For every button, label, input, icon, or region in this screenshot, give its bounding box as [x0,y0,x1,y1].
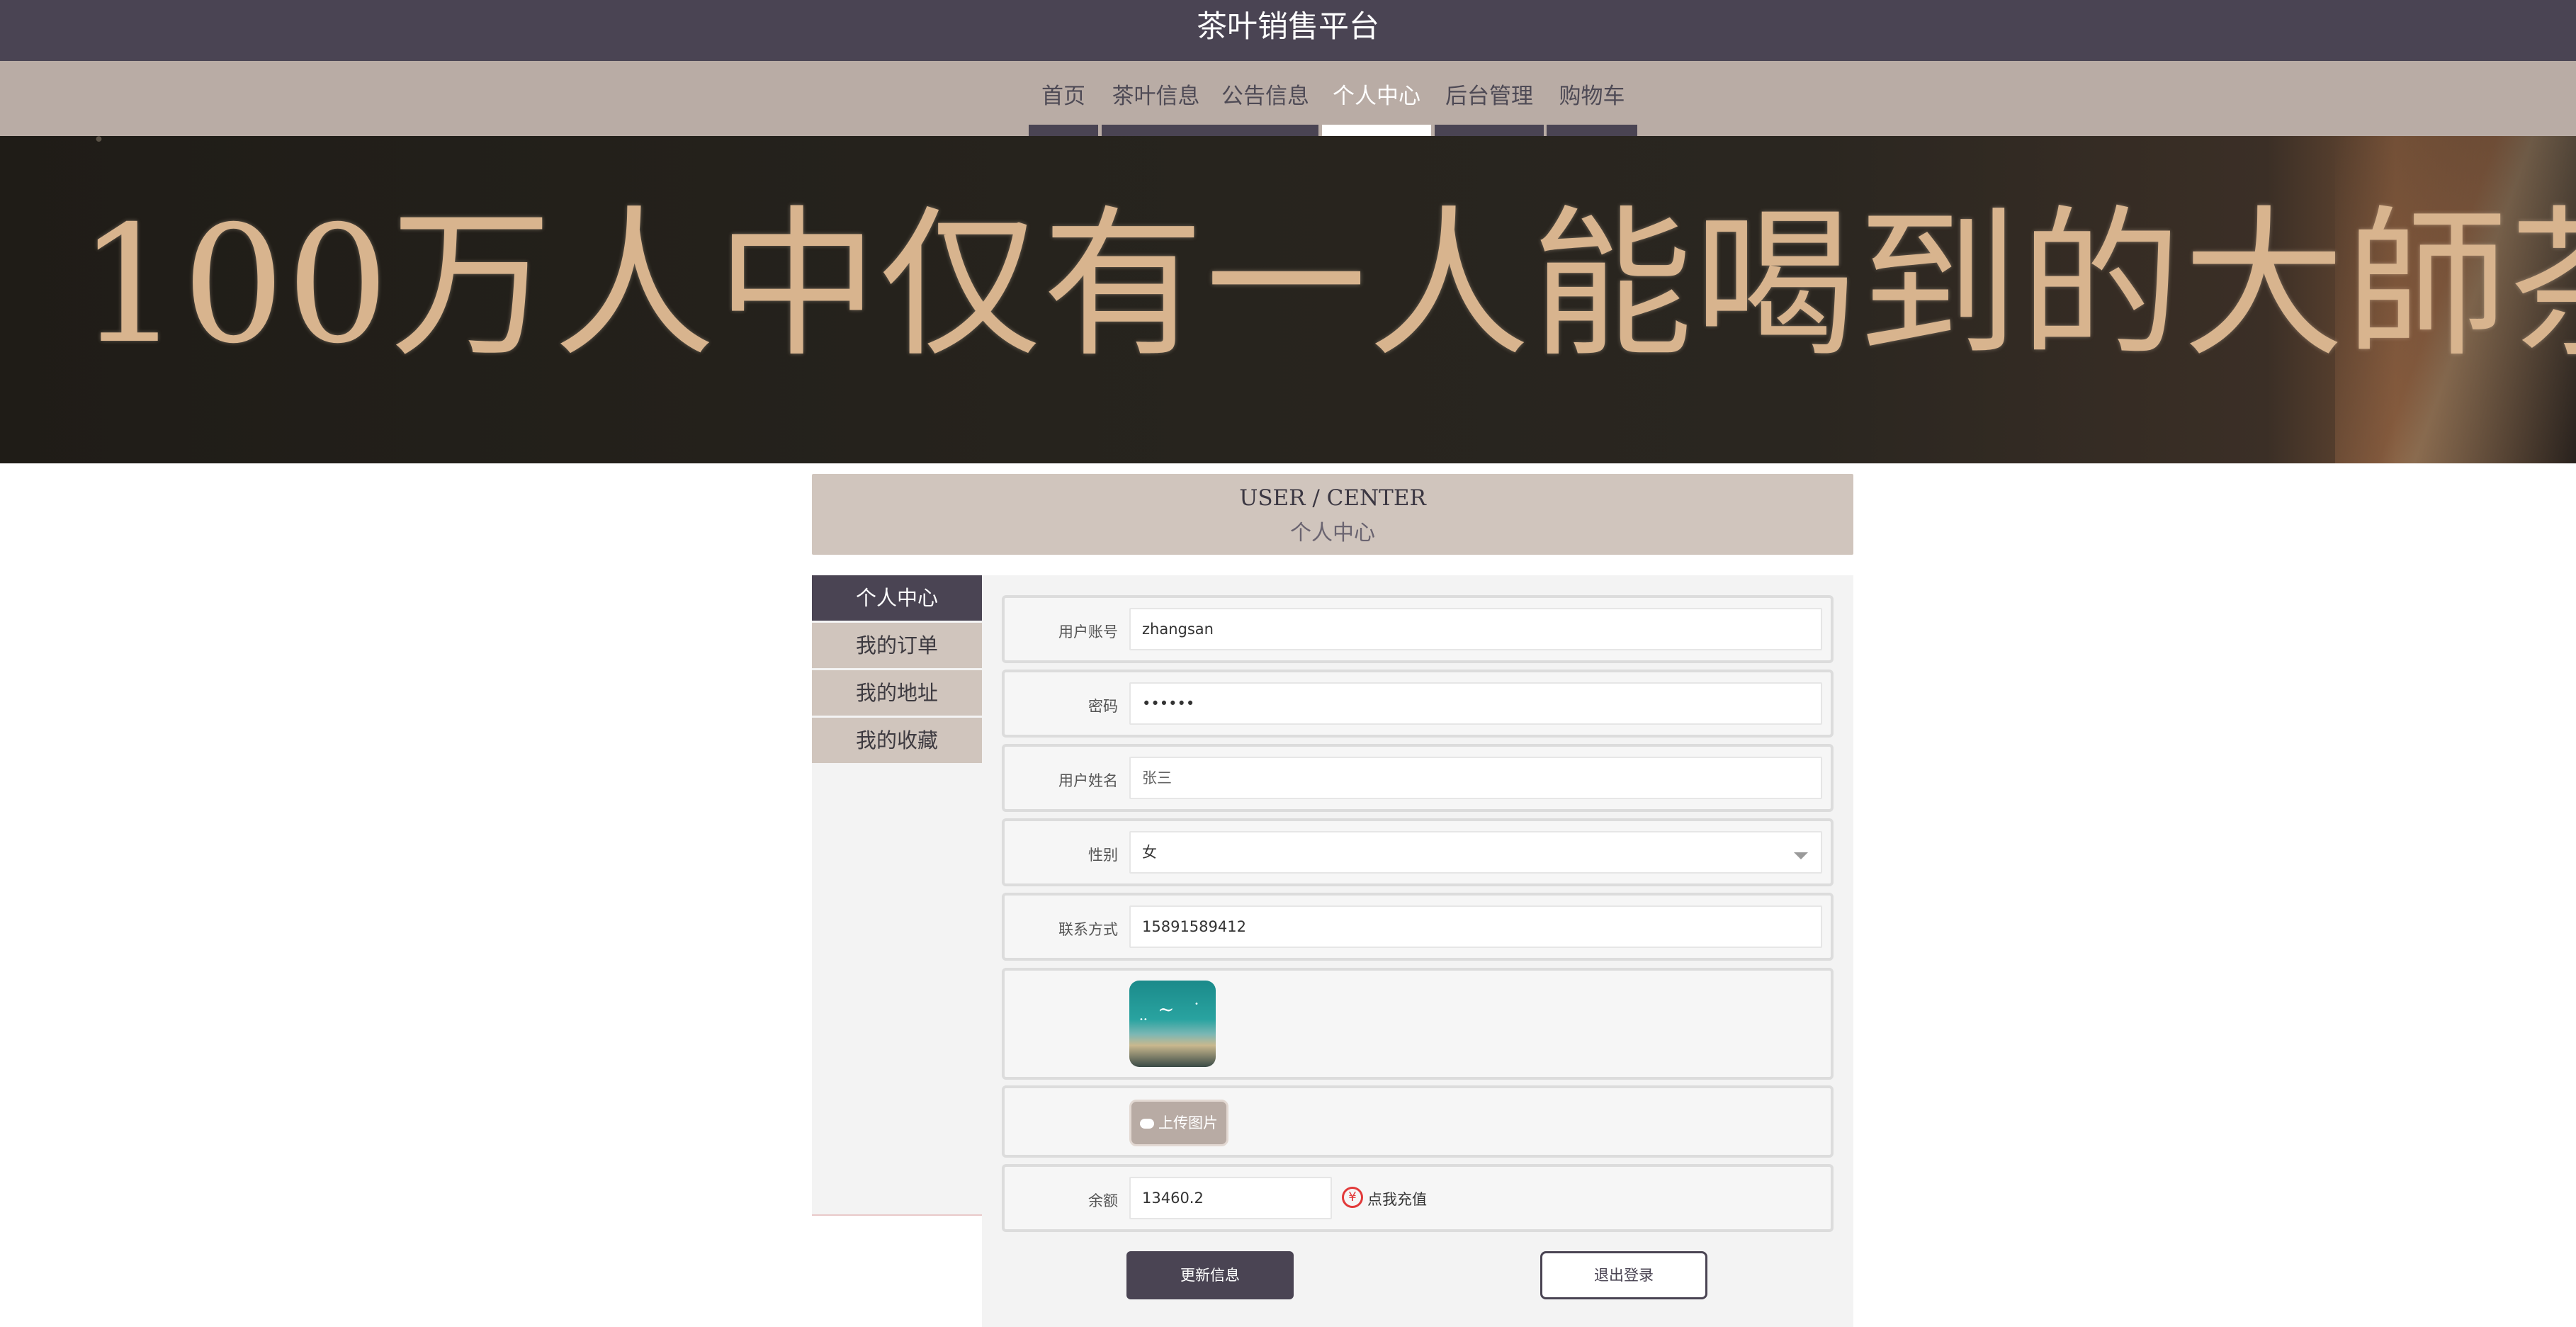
name-input[interactable]: 张三 [1129,757,1822,799]
gender-selected-value: 女 [1142,844,1157,861]
nav-underline [1435,125,1544,136]
cloud-upload-icon [1140,1119,1154,1129]
nav-underline-active [1322,125,1431,136]
logout-button[interactable]: 退出登录 [1540,1251,1707,1299]
form-row-password: 密码 •••••• [1002,670,1834,738]
form-row-gender: 性别 女 [1002,818,1834,886]
username-label: 用户账号 [1058,623,1118,640]
nav-item-cart[interactable]: 购物车 [1547,61,1637,136]
nav-item-admin[interactable]: 后台管理 [1435,61,1544,136]
password-input[interactable]: •••••• [1129,682,1822,725]
phone-input[interactable]: 15891589412 [1129,905,1822,948]
banner-carousel[interactable]: · 100万人中仅有一人能喝到的大師茶 [0,136,2576,463]
yen-icon[interactable]: ¥ [1342,1187,1363,1208]
nav-item-user-center[interactable]: 个人中心 [1322,61,1431,136]
site-title: 茶叶销售平台 [1197,9,1379,45]
form-row-name: 用户姓名 张三 [1002,744,1834,812]
banner-slogan: 100万人中仅有一人能喝到的大師茶 [78,191,2576,379]
nav-item-label: 公告信息 [1221,84,1309,109]
name-label: 用户姓名 [1058,772,1118,789]
nav-item-label: 茶叶信息 [1112,84,1200,109]
section-title-en: USER / CENTER [1239,485,1426,511]
avatar-decoration: ~ [1158,998,1175,1021]
sidebar-item-user-center[interactable]: 个人中心 [812,575,982,621]
form-row-balance: 余额 13460.2 ¥ 点我充值 [1002,1164,1834,1232]
upload-button-label: 上传图片 [1158,1114,1218,1131]
nav-underline [1547,125,1637,136]
password-label: 密码 [1088,698,1118,715]
upload-image-button[interactable]: 上传图片 [1129,1100,1228,1146]
user-sidebar: 个人中心 我的订单 我的地址 我的收藏 [812,575,982,1216]
nav-item-label: 后台管理 [1445,84,1533,109]
avatar: •• ~ • [1129,981,1216,1067]
nav-item-announcements[interactable]: 公告信息 [1211,61,1319,136]
banner-decoration: · [92,136,106,164]
form-row-username: 用户账号 zhangsan [1002,595,1834,663]
recharge-link[interactable]: 点我充值 [1367,1188,1427,1209]
balance-label: 余额 [1088,1192,1118,1209]
form-row-avatar: •• ~ • [1002,968,1834,1080]
gender-select[interactable]: 女 [1129,831,1822,874]
update-info-button[interactable]: 更新信息 [1126,1251,1294,1299]
balance-input: 13460.2 [1129,1177,1332,1219]
nav-item-label: 购物车 [1559,84,1625,109]
form-row-upload: 上传图片 [1002,1085,1834,1158]
gender-label: 性别 [1088,847,1118,864]
phone-label: 联系方式 [1058,921,1118,938]
nav-item-home[interactable]: 首页 [1029,61,1098,136]
main-nav: 首页 茶叶信息 公告信息 个人中心 后台管理 购物车 [0,61,2576,136]
top-header: 茶叶销售平台 [0,0,2576,61]
section-title-cn: 个人中心 [1290,521,1375,546]
nav-item-label: 个人中心 [1333,84,1420,109]
username-input[interactable]: zhangsan [1129,608,1822,650]
avatar-decoration: •• [1139,1016,1148,1024]
chevron-down-icon [1794,852,1808,859]
nav-underline [1029,125,1098,136]
sidebar-item-my-favorites[interactable]: 我的收藏 [812,718,982,763]
form-row-phone: 联系方式 15891589412 [1002,893,1834,961]
nav-item-label: 首页 [1041,84,1085,109]
sidebar-item-my-orders[interactable]: 我的订单 [812,623,982,668]
section-header: USER / CENTER 个人中心 [812,474,1853,555]
sidebar-item-my-address[interactable]: 我的地址 [812,670,982,716]
avatar-decoration: • [1194,1000,1199,1008]
